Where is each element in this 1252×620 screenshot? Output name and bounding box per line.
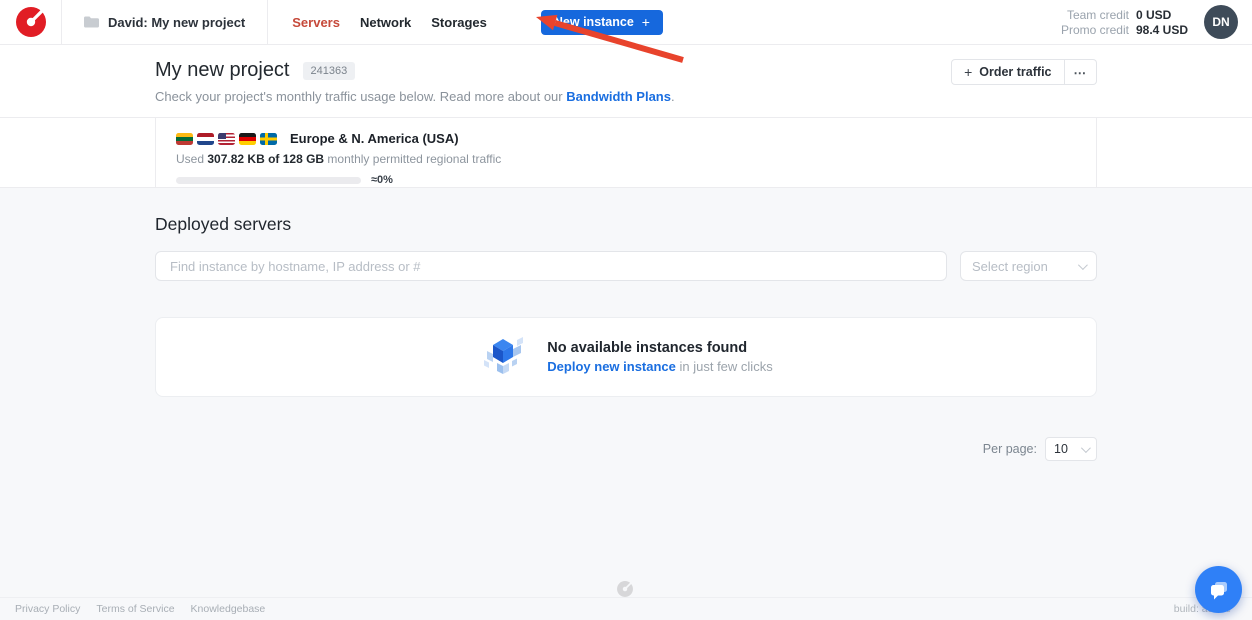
empty-state-title: No available instances found: [547, 340, 772, 356]
main-nav: Servers Network Storages: [268, 15, 511, 30]
nav-network[interactable]: Network: [360, 15, 411, 30]
chat-widget-button[interactable]: [1195, 566, 1242, 613]
project-header-section: My new project 241363 Check your project…: [0, 45, 1252, 117]
used-amount: 307.82 KB of 128 GB: [207, 152, 324, 166]
flag-lithuania-icon: [176, 133, 193, 145]
per-page-label: Per page:: [983, 442, 1037, 456]
deployed-servers-section: Deployed servers Select region: [0, 188, 1252, 620]
bandwidth-plans-link[interactable]: Bandwidth Plans: [566, 89, 671, 104]
traffic-used-line: Used 307.82 KB of 128 GB monthly permitt…: [176, 152, 1076, 166]
order-traffic-button[interactable]: + Order traffic: [951, 59, 1064, 85]
header-right: Team credit 0 USD Promo credit 98.4 USD …: [1061, 5, 1252, 39]
cherry-logo-icon: [14, 5, 48, 39]
footer: Privacy Policy Terms of Service Knowledg…: [0, 597, 1252, 620]
top-navbar: David: My new project Servers Network St…: [0, 0, 1252, 45]
pagination-row: Per page: 10: [155, 437, 1097, 461]
chevron-down-icon: [1081, 443, 1091, 453]
page: David: My new project Servers Network St…: [0, 0, 1252, 620]
ellipsis-icon: ⋯: [1074, 65, 1088, 80]
empty-state-text: No available instances found Deploy new …: [547, 340, 772, 374]
traffic-progress-row: ≈0%: [176, 174, 1076, 186]
chevron-down-icon: [1078, 260, 1088, 270]
instance-search-input[interactable]: [155, 251, 947, 281]
knowledgebase-link[interactable]: Knowledgebase: [191, 603, 266, 615]
new-instance-label: New instance: [554, 15, 634, 29]
user-avatar[interactable]: DN: [1204, 5, 1238, 39]
traffic-progress-bar: [176, 177, 361, 184]
team-credit-value: 0 USD: [1136, 8, 1188, 22]
empty-state-card: No available instances found Deploy new …: [155, 317, 1097, 397]
per-page-select[interactable]: 10: [1045, 437, 1097, 461]
promo-credit-label: Promo credit: [1061, 23, 1129, 37]
deploy-new-instance-link[interactable]: Deploy new instance: [547, 359, 676, 374]
used-suffix: monthly permitted regional traffic: [324, 152, 501, 166]
flag-germany-icon: [239, 133, 256, 145]
order-traffic-group: + Order traffic ⋯: [951, 59, 1097, 85]
more-actions-button[interactable]: ⋯: [1065, 59, 1098, 85]
team-credit-label: Team credit: [1061, 8, 1129, 22]
flag-netherlands-icon: [197, 133, 214, 145]
credits-summary: Team credit 0 USD Promo credit 98.4 USD: [1061, 8, 1188, 37]
plus-icon: +: [642, 14, 650, 30]
used-prefix: Used: [176, 152, 207, 166]
region-select-value: Select region: [972, 259, 1048, 274]
project-id-badge: 241363: [303, 62, 356, 80]
order-traffic-label: Order traffic: [979, 65, 1051, 79]
promo-credit-value: 98.4 USD: [1136, 23, 1188, 37]
new-instance-button[interactable]: New instance +: [541, 10, 663, 35]
subtitle-period: .: [671, 89, 675, 104]
project-switcher-label: David: My new project: [108, 15, 245, 30]
region-row: Europe & N. America (USA): [176, 131, 1076, 146]
filter-row: Select region: [155, 251, 1097, 281]
region-title: Europe & N. America (USA): [290, 131, 459, 146]
loader-logo-icon: [616, 580, 634, 598]
empty-state-suffix: in just few clicks: [676, 359, 773, 374]
brand-logo[interactable]: [0, 0, 62, 44]
folder-icon: [84, 16, 99, 28]
traffic-usage-section: Europe & N. America (USA) Used 307.82 KB…: [0, 117, 1252, 188]
nav-servers[interactable]: Servers: [292, 15, 340, 30]
chat-bubble-icon: [1207, 578, 1231, 602]
empty-state-subtitle: Deploy new instance in just few clicks: [547, 359, 772, 374]
flag-usa-icon: [218, 133, 235, 145]
region-select[interactable]: Select region: [960, 251, 1097, 281]
project-switcher[interactable]: David: My new project: [62, 0, 268, 44]
traffic-usage-card: Europe & N. America (USA) Used 307.82 KB…: [155, 118, 1097, 187]
subtitle-text: Check your project's monthly traffic usa…: [155, 89, 566, 104]
page-title: My new project: [155, 59, 290, 82]
plus-icon: +: [964, 64, 972, 80]
nav-storages[interactable]: Storages: [431, 15, 487, 30]
traffic-progress-label: ≈0%: [371, 174, 393, 186]
terms-of-service-link[interactable]: Terms of Service: [96, 603, 174, 615]
cube-empty-state-icon: [479, 333, 527, 381]
section-heading: Deployed servers: [155, 188, 1097, 235]
flag-sweden-icon: [260, 133, 277, 145]
per-page-value: 10: [1054, 442, 1068, 456]
privacy-policy-link[interactable]: Privacy Policy: [15, 603, 80, 615]
project-subtitle: Check your project's monthly traffic usa…: [155, 89, 1097, 104]
